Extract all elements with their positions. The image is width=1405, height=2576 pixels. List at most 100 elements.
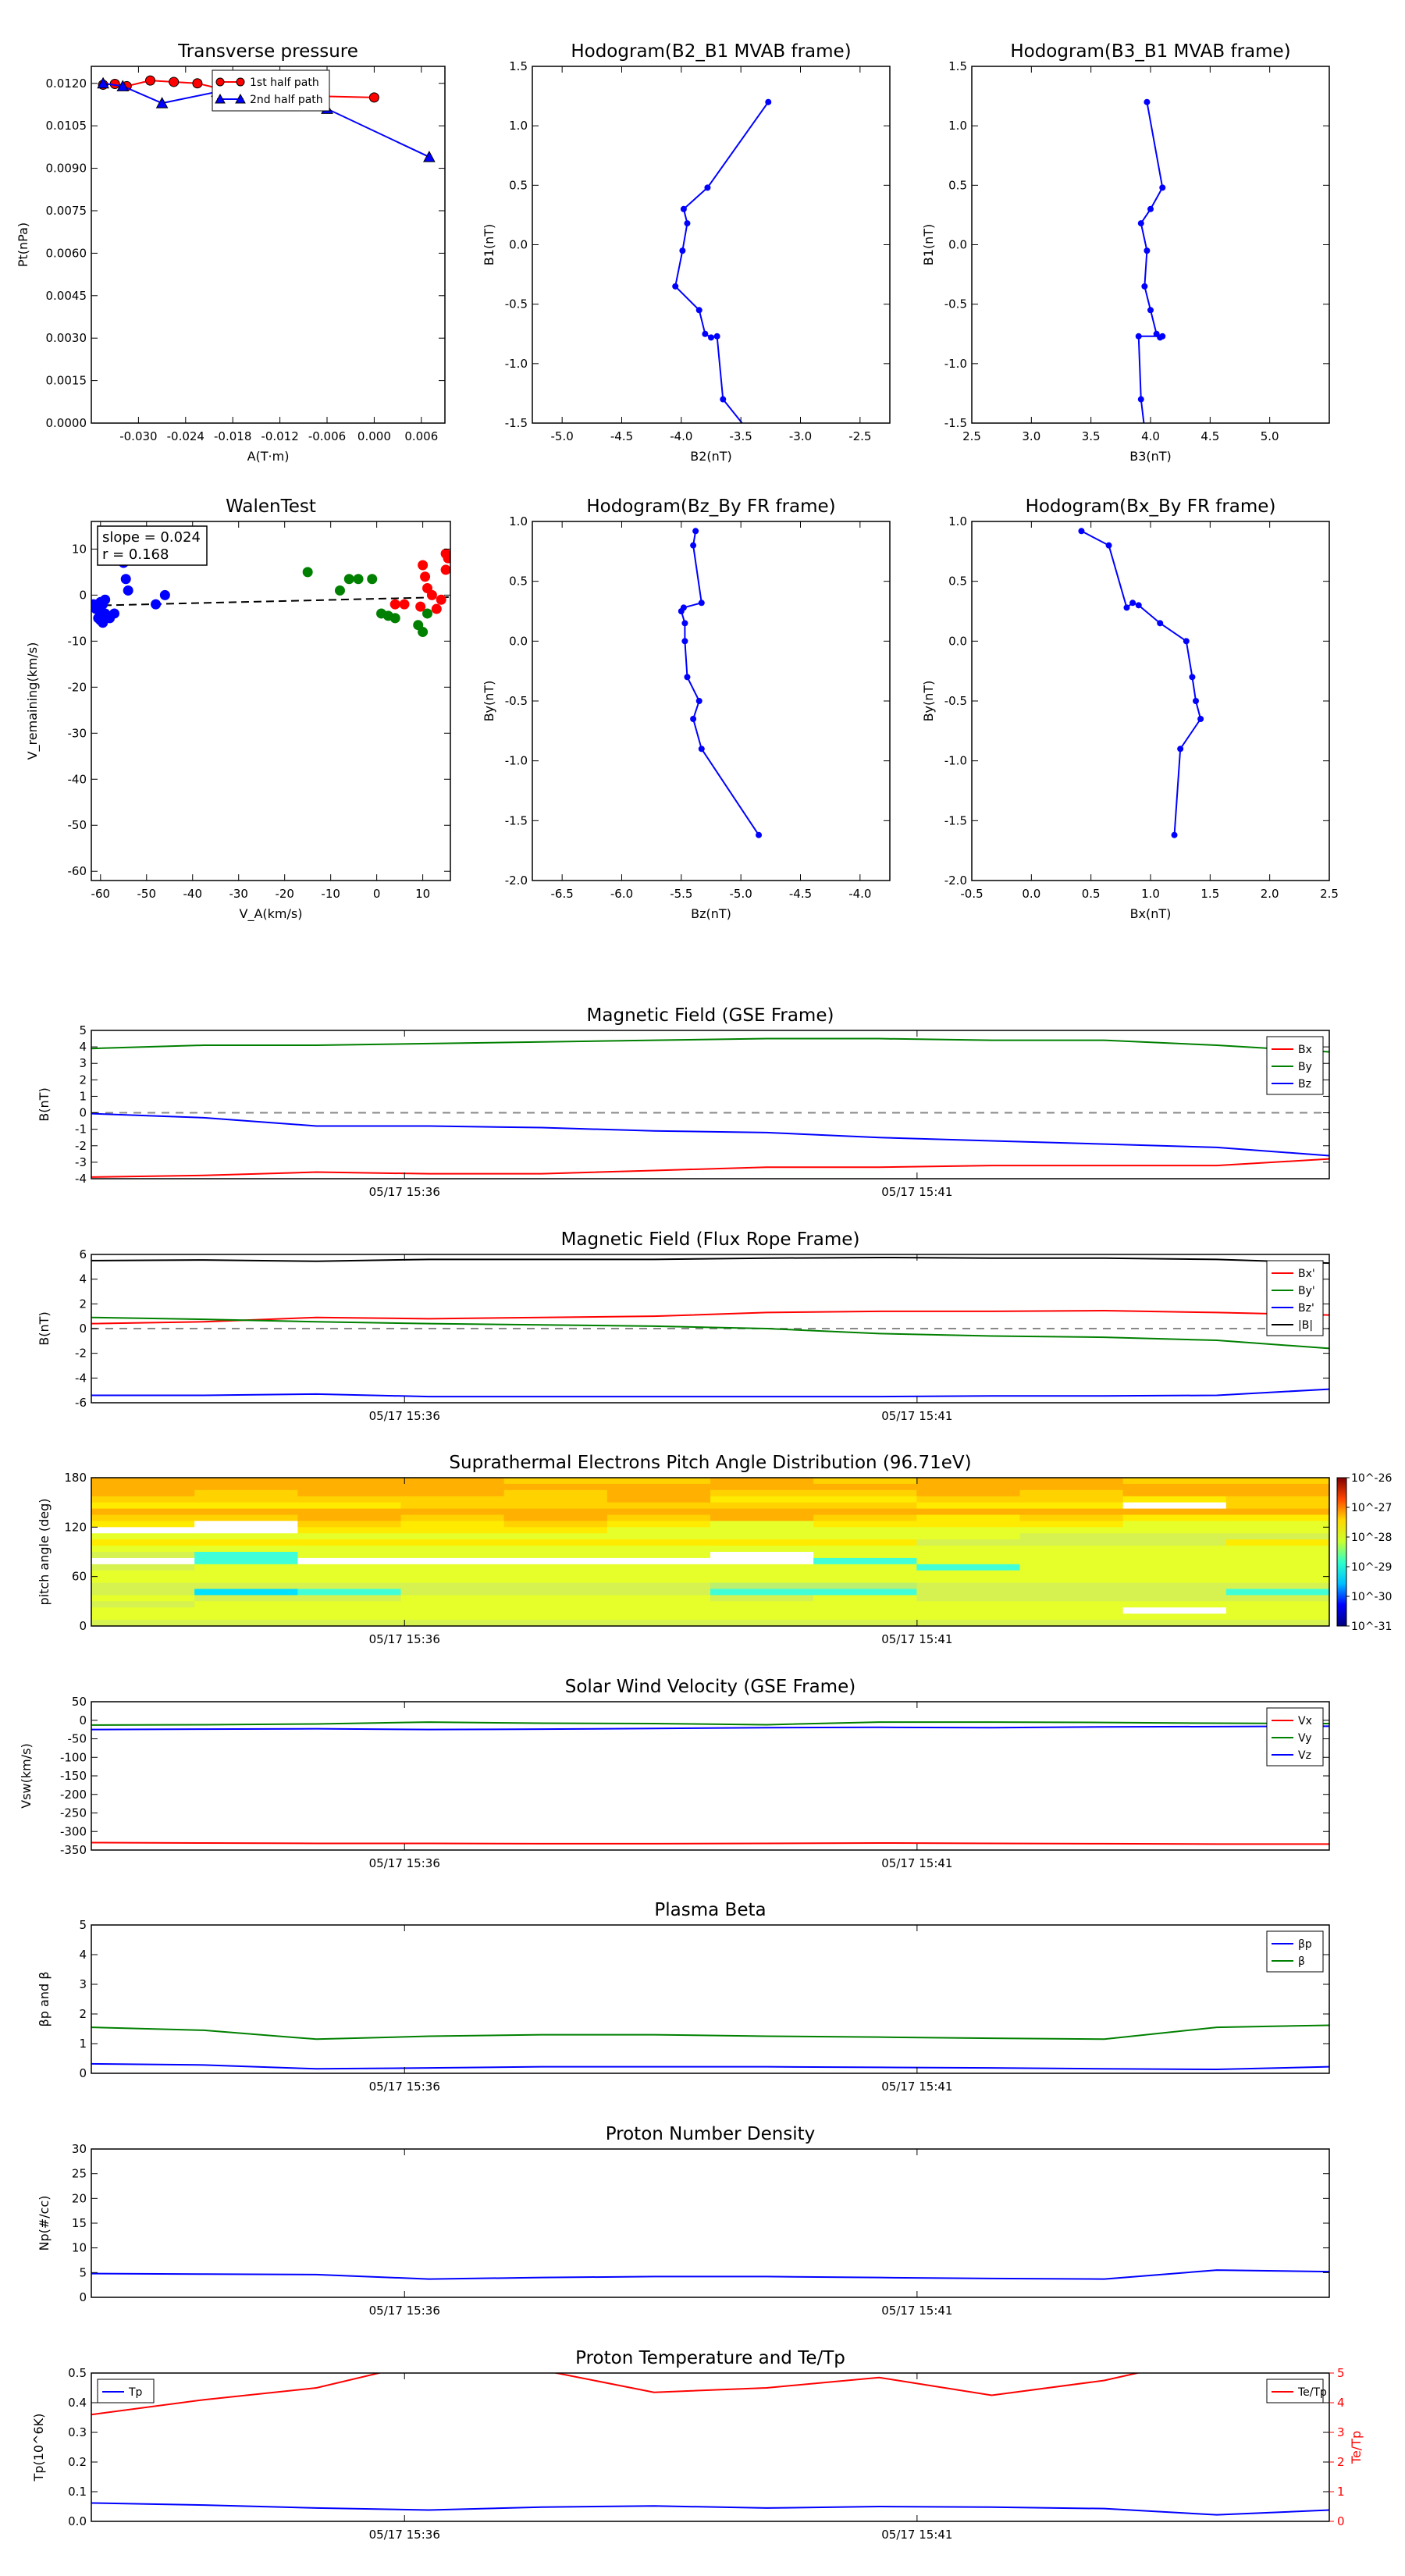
data-point <box>1177 745 1184 753</box>
heatmap-cell <box>91 1552 195 1559</box>
heatmap-cell <box>297 1552 401 1559</box>
data-point <box>343 574 354 585</box>
y-tick-label: -1.5 <box>505 813 528 827</box>
heatmap-cell <box>1225 1564 1330 1571</box>
y-tick-label: -0.5 <box>505 694 528 708</box>
y-tick-label: 0.0 <box>509 634 528 648</box>
heatmap-cell <box>297 1483 401 1491</box>
y-axis-label: Tp(10^6K) <box>31 2414 46 2482</box>
y-tick-label: -300 <box>60 1824 87 1838</box>
legend-label: Te/Tp <box>1297 2386 1327 2399</box>
y-axis-label: Np(#/cc) <box>37 2196 52 2251</box>
x-tick-label: 4.0 <box>1141 429 1160 443</box>
heatmap-cell <box>1225 1483 1330 1491</box>
y-tick-label: -1.5 <box>505 416 528 430</box>
x-axis-label: B2(nT) <box>690 449 732 464</box>
heatmap-cell <box>503 1595 608 1602</box>
heatmap-cell <box>91 1514 195 1521</box>
heatmap-cell <box>400 1478 505 1485</box>
heatmap-cell <box>1225 1557 1330 1565</box>
heatmap-cell <box>606 1570 711 1578</box>
y-tick-label: 0.0 <box>509 238 528 252</box>
heatmap-cell <box>1019 1589 1124 1596</box>
data-point <box>151 599 162 610</box>
y-tick-label: 2 <box>79 1297 87 1311</box>
heatmap-cell <box>194 1582 298 1589</box>
panel-title: Solar Wind Velocity (GSE Frame) <box>565 1677 855 1697</box>
heatmap-cell <box>1019 1521 1124 1528</box>
y-tick-label: 1.5 <box>948 59 967 73</box>
x-tick-label: -30 <box>229 887 248 901</box>
data-point <box>1171 831 1178 838</box>
heatmap-cell <box>91 1589 195 1596</box>
heatmap-cell <box>710 1595 814 1602</box>
data-point <box>1147 205 1154 212</box>
heatmap-cell <box>710 1521 814 1528</box>
heatmap-cell <box>1019 1502 1124 1510</box>
data-point <box>1189 674 1196 681</box>
data-point <box>1183 638 1190 645</box>
data-point <box>1141 283 1148 290</box>
x-tick-label: 05/17 15:41 <box>881 1632 952 1646</box>
heatmap-cell <box>813 1496 917 1503</box>
heatmap-cell <box>1225 1514 1330 1521</box>
y-tick-label: 0 <box>79 2290 87 2304</box>
legend-marker <box>215 77 225 87</box>
heatmap-cell <box>710 1570 814 1578</box>
y-tick-label: 0.0045 <box>46 289 87 303</box>
plot-area <box>91 2373 1329 2516</box>
plot-area <box>91 1721 1329 1845</box>
legend-label: Vy <box>1298 1732 1312 1745</box>
heatmap-cell <box>400 1489 505 1497</box>
heatmap-cell <box>916 1533 1020 1540</box>
heatmap-cell <box>503 1502 608 1510</box>
y-tick-label: -2 <box>75 1347 87 1361</box>
heatmap-cell <box>194 1514 298 1521</box>
heatmap-cell <box>91 1483 195 1491</box>
x-tick-label: -50 <box>137 887 157 901</box>
plot-area <box>1078 528 1204 838</box>
heatmap-cell <box>710 1502 814 1510</box>
y-tick-label: -0.5 <box>944 694 967 708</box>
data-point <box>1123 604 1130 611</box>
y-tick-label: 0.5 <box>509 178 528 192</box>
data-point <box>334 585 345 596</box>
data-point <box>302 567 313 578</box>
legend-label: By <box>1298 1061 1312 1073</box>
heatmap-cell <box>400 1614 505 1621</box>
colorbar-tick-label: 10^-26 <box>1351 1472 1393 1485</box>
plot-area <box>1135 98 1166 423</box>
heatmap-cell <box>91 1478 195 1485</box>
legend-label: Tp <box>128 2386 143 2399</box>
x-tick-label: 3.5 <box>1082 429 1101 443</box>
y-tick-label: 4 <box>79 1040 87 1054</box>
heatmap-cell <box>813 1607 917 1614</box>
heatmap-cell <box>91 1614 195 1621</box>
heatmap-cell <box>1019 1557 1124 1565</box>
heatmap-cell <box>1122 1527 1227 1534</box>
y-tick-right-label: 0 <box>1337 2514 1345 2528</box>
panel-title: Plasma Beta <box>654 1900 766 1920</box>
hodogram-line <box>680 531 759 836</box>
data-point <box>423 151 436 162</box>
heatmap-cell <box>503 1527 608 1534</box>
x-tick-label: -0.006 <box>308 429 346 443</box>
data-point <box>698 600 705 607</box>
data-point <box>720 396 727 403</box>
heatmap-cell <box>916 1620 1020 1627</box>
heatmap-cell <box>297 1533 401 1540</box>
heatmap-cell <box>606 1601 711 1608</box>
x-tick-label: 05/17 15:41 <box>881 2304 952 2318</box>
heatmap-cell <box>606 1489 711 1497</box>
panel-title: Magnetic Field (GSE Frame) <box>587 1005 834 1026</box>
panel-title: Hodogram(B2_B1 MVAB frame) <box>571 41 851 62</box>
heatmap-cell <box>1122 1521 1227 1528</box>
y-tick-label: 0.2 <box>68 2455 87 2469</box>
heatmap-cell <box>1019 1620 1124 1627</box>
y-axis-label: pitch angle (deg) <box>37 1498 52 1605</box>
plot-border <box>91 1030 1330 1179</box>
x-tick-label: -0.024 <box>167 429 205 443</box>
data-point <box>684 220 691 227</box>
heatmap-cell <box>1225 1502 1330 1510</box>
data-point <box>1147 307 1154 314</box>
